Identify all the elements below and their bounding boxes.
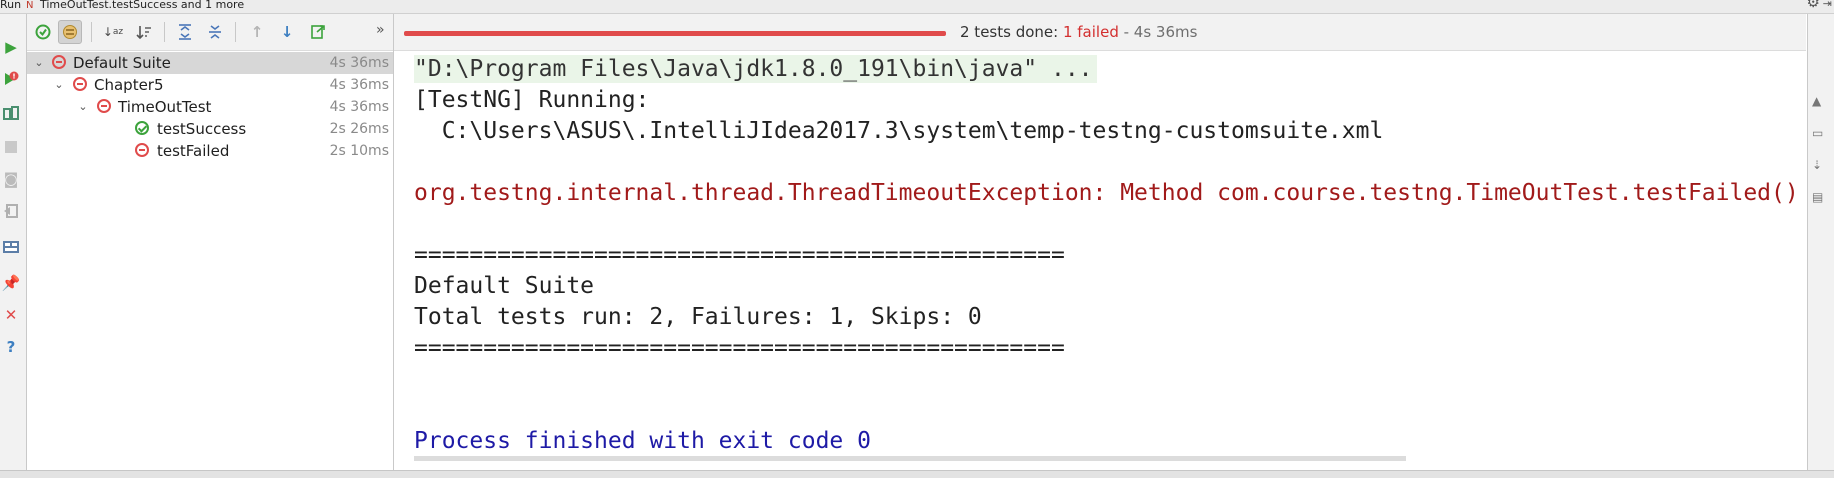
hide-arrow-icon[interactable]: ⇥ [1823,0,1832,9]
console-line-exception: org.testng.internal.thread.ThreadTimeout… [414,180,1799,206]
progress-status: 2 tests done: 1 failed - 4s 36ms [960,23,1197,41]
export-results-icon[interactable] [306,20,330,44]
close-icon[interactable]: ✕ [0,304,22,326]
stop-icon[interactable] [0,136,22,158]
failed-status-icon [52,55,66,69]
console-line-process-finished: Process finished with exit code 0 [414,428,871,454]
test-tree-panel: ↓ az ↑ ↓ ⌄ Default Suite 4s 36ms ⌄ Chapte… [27,14,394,470]
camera-icon[interactable]: ◙ [0,168,22,190]
tree-row-default-suite[interactable]: ⌄ Default Suite 4s 36ms [27,52,393,74]
toolbar-separator [91,22,92,42]
rerun-failed-icon[interactable] [0,68,22,90]
test-progress-bar [404,31,946,36]
console-line-suite-path: C:\Users\ASUS\.IntelliJIdea2017.3\system… [414,118,1384,144]
next-failed-icon[interactable]: ↓ [275,20,299,44]
console-line-separator: ========================================… [414,242,1065,268]
collapse-all-icon[interactable] [203,20,227,44]
tree-row-label: Default Suite [73,54,171,72]
tree-row-label: TimeOutTest [118,98,212,116]
tree-row-time: 4s 36ms [329,99,389,115]
title-bar: Run N TimeOutTest.testSuccess and 1 more… [0,0,1834,14]
scroll-up-icon[interactable]: ▲ [1812,94,1826,108]
tree-row-label: testSuccess [157,120,247,138]
failed-status-icon [135,143,149,157]
tree-row-testfailed[interactable]: testFailed 2s 10ms [27,140,393,162]
console-toolbar: » 2 tests done: 1 failed - 4s 36ms [376,14,1806,51]
more-actions-chevron-icon[interactable]: » [376,22,385,38]
tests-done-text: 2 tests done: [960,23,1063,41]
console-line-suite-name: Default Suite [414,273,595,299]
gear-icon[interactable]: ⚙ [1807,0,1820,10]
toolbar-separator [235,22,236,42]
right-tool-strip: ▲ ▭ ⇣ ▤ [1807,14,1834,470]
console-line-summary: Total tests run: 2, Failures: 1, Skips: … [414,304,982,330]
show-passed-icon[interactable] [31,20,55,44]
export-icon[interactable] [0,200,22,222]
console-line-running: [TestNG] Running: [414,87,650,113]
failed-count-text: 1 failed [1062,23,1119,41]
print-icon[interactable]: ▤ [1812,190,1826,204]
passed-status-icon [135,121,149,135]
sort-duration-icon[interactable] [132,20,156,44]
console-line-separator: ========================================… [414,335,1065,361]
tree-row-time: 2s 26ms [329,121,389,137]
run-label: Run [0,0,22,11]
run-tool-strip: ▶ ◙ 📌 ✕ ? [0,14,27,470]
testng-icon: N [26,0,34,11]
run-config-name: TimeOutTest.testSuccess and 1 more [40,0,245,11]
tree-toolbar: ↓ az ↑ ↓ [27,14,393,51]
show-ignored-icon[interactable] [58,20,82,44]
toggle-auto-test-icon[interactable] [0,102,22,124]
console-output[interactable]: "D:\Program Files\Java\jdk1.8.0_191\bin\… [394,51,1806,461]
tree-row-chapter5[interactable]: ⌄ Chapter5 4s 36ms [27,74,393,96]
tree-row-label: testFailed [157,142,230,160]
tree-row-time: 4s 36ms [329,55,389,71]
tree-row-time: 4s 36ms [329,77,389,93]
tree-row-time: 2s 10ms [329,143,389,159]
tree-row-label: Chapter5 [94,76,164,94]
duration-text: - 4s 36ms [1118,23,1198,41]
tree-row-testsuccess[interactable]: testSuccess 2s 26ms [27,118,393,140]
chevron-down-icon[interactable]: ⌄ [53,74,65,96]
expand-all-icon[interactable] [173,20,197,44]
chevron-down-icon[interactable]: ⌄ [77,96,89,118]
sort-alpha-icon[interactable]: ↓ az [101,20,125,44]
soft-wrap-icon[interactable]: ▭ [1812,126,1826,140]
tree-row-timeouttest[interactable]: ⌄ TimeOutTest 4s 36ms [27,96,393,118]
toolbar-separator [164,22,165,42]
console-line-command: "D:\Program Files\Java\jdk1.8.0_191\bin\… [414,55,1097,83]
rerun-icon[interactable]: ▶ [0,36,22,58]
help-icon[interactable]: ? [0,336,22,358]
failed-status-icon [97,99,111,113]
horizontal-scrollbar[interactable] [414,456,1406,461]
failed-status-icon [73,77,87,91]
scroll-end-icon[interactable]: ⇣ [1812,158,1826,172]
chevron-down-icon[interactable]: ⌄ [33,52,45,74]
pin-icon[interactable]: 📌 [0,272,22,294]
layout-icon[interactable] [0,236,22,258]
prev-failed-icon[interactable]: ↑ [245,20,269,44]
